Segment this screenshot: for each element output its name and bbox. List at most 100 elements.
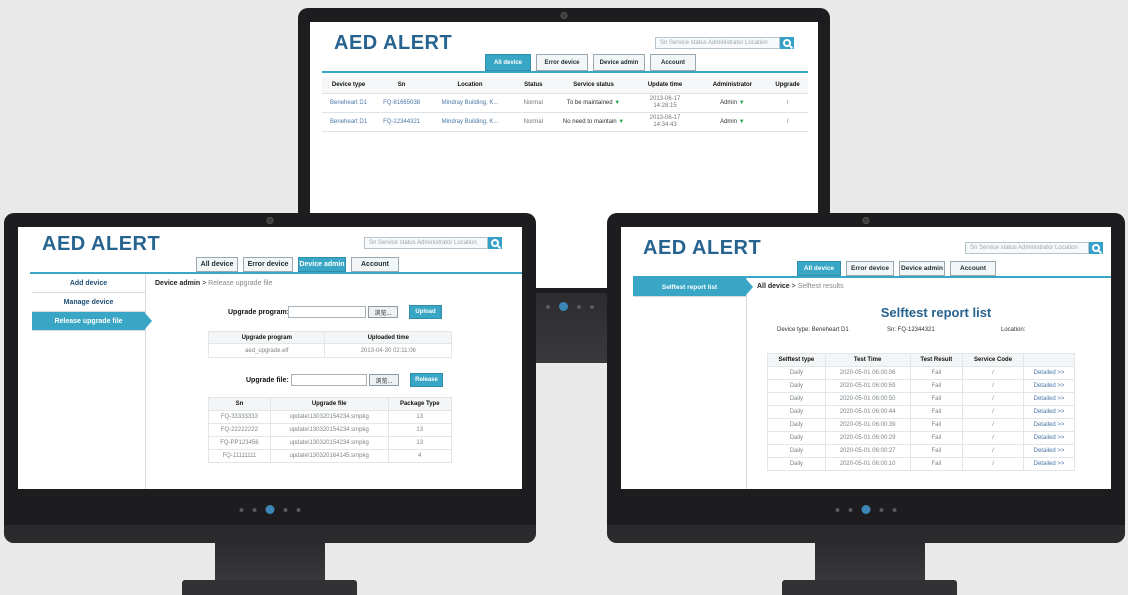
release-button[interactable]: Release (410, 373, 443, 387)
cell-text: Admin (720, 118, 738, 125)
cell-text: Normal (523, 99, 543, 106)
tab-device-admin[interactable]: Device admin (298, 257, 346, 272)
table-row[interactable]: Daily 2020-05-01 06:00:59 Fail / Detailed >> (767, 379, 1076, 393)
table-row[interactable]: FQ-PP123456 update\130320154234.smpkg 13 (208, 436, 453, 450)
left-monitor: AED ALERT Sn Service status Administrato… (4, 213, 536, 543)
table-cell: 2013-06-17 14:34:43 (632, 112, 698, 132)
table-row[interactable]: FQ-22222222 update\130320154234.smpkg 13 (208, 423, 453, 437)
upgrade-file-label: Upgrade file: (246, 377, 289, 384)
center-indicator (546, 302, 594, 311)
table-row[interactable]: Daily 2020-05-01 06:00:27 Fail / Detailed >> (767, 444, 1076, 458)
tab-all-device[interactable]: All device (196, 257, 238, 272)
detail-link[interactable]: Detailed >> (1022, 418, 1076, 432)
search-input[interactable]: Sn Service status Administrator Location (655, 37, 780, 49)
tab-error-device[interactable]: Error device (536, 54, 588, 71)
breadcrumb-separator: > (791, 283, 796, 290)
column-header: Service Code (962, 353, 1024, 367)
table-cell: update\130320154234.smpkg (269, 436, 389, 450)
cell-text: No need to maintain (562, 118, 617, 125)
table-row[interactable]: Beneheart D1 FQ-12344321 Mindray Building,… (322, 112, 808, 132)
table-row[interactable]: Beneheart D1 FQ-81665038 Mindray Building,… (322, 93, 808, 113)
table-cell: 4 (387, 449, 453, 463)
sidebar: Add device Manage device Release upgrade f… (32, 274, 146, 489)
search-input[interactable]: Sn Service status Administrator Location (965, 242, 1089, 254)
cell-text[interactable]: Beneheart D1 (330, 119, 367, 125)
table-row[interactable]: Daily 2020-05-01 06:00:06 Fail / Detailed >> (767, 366, 1076, 380)
table-cell: Fail (909, 379, 964, 393)
table-row[interactable]: Daily 2020-05-01 06:00:29 Fail / Detailed >> (767, 431, 1076, 445)
column-header: Status (511, 77, 555, 94)
column-header: Sn (208, 397, 271, 411)
search-button[interactable] (1089, 242, 1103, 254)
table-row[interactable]: FQ-11111111 update\130320164145.smpkg 4 (208, 449, 453, 463)
sidebar-item-release-upgrade-file[interactable]: Release upgrade file (32, 312, 145, 331)
table-cell: Mindray Building, K... (428, 112, 512, 132)
detail-link[interactable]: Detailed >> (1022, 379, 1076, 393)
column-header: Device type (322, 77, 376, 94)
table-row[interactable]: FQ-33333333 update\130320154234.smpkg 13 (208, 410, 453, 424)
column-header: Service status (554, 77, 633, 94)
table-cell: / (962, 405, 1024, 419)
dropdown-arrow-icon[interactable]: ▼ (617, 119, 624, 125)
tab-device-admin[interactable]: Device admin (593, 54, 645, 71)
detail-link[interactable]: Detailed >> (1022, 366, 1076, 380)
breadcrumb-main[interactable]: All device (757, 283, 790, 290)
tab-error-device[interactable]: Error device (846, 261, 894, 276)
detail-link[interactable]: Detailed >> (1022, 431, 1076, 445)
monitor-chin (607, 525, 1125, 543)
webcam (560, 12, 568, 19)
table-cell: / (767, 112, 808, 132)
cell-text[interactable]: FQ-81665038 (383, 100, 420, 106)
sidebar-item-add-device[interactable]: Add device (32, 274, 145, 293)
detail-link[interactable]: Detailed >> (1022, 392, 1076, 406)
table-cell: 2013-06-17 14:28:15 (632, 93, 698, 113)
table-row[interactable]: Daily 2020-05-01 06:00:50 Fail / Detailed >> (767, 392, 1076, 406)
dropdown-arrow-icon[interactable]: ▼ (737, 100, 745, 106)
tab-account[interactable]: Account (351, 257, 399, 272)
cell-text[interactable]: Beneheart D1 (330, 100, 367, 106)
table-cell: / (962, 457, 1024, 471)
upgrade-file-browse-button[interactable]: 浏览... (369, 374, 399, 386)
table-row[interactable]: Daily 2020-05-01 06:00:44 Fail / Detailed >> (767, 405, 1076, 419)
tab-account[interactable]: Account (650, 54, 696, 71)
search-button[interactable] (488, 237, 502, 249)
table-cell: / (962, 366, 1024, 380)
tab-all-device[interactable]: All device (797, 261, 841, 276)
sidebar-item-selftest-report-list[interactable]: Selftest report list (633, 278, 746, 297)
left-monitor-base (182, 580, 357, 595)
breadcrumb-main[interactable]: Device admin (155, 280, 200, 287)
tab-error-device[interactable]: Error device (243, 257, 293, 272)
cell-text[interactable]: Mindray Building, K... (442, 119, 499, 125)
search-input[interactable]: Sn Service status Administrator Location (364, 237, 488, 249)
sidebar-item-manage-device[interactable]: Manage device (32, 293, 145, 312)
tab-account[interactable]: Account (950, 261, 996, 276)
tab-all-device[interactable]: All device (485, 54, 531, 71)
search-button[interactable] (780, 37, 794, 49)
detail-link[interactable]: Detailed >> (1022, 457, 1076, 471)
nav-tabs: All device Error device Device admin Accoun… (196, 257, 399, 272)
cell-text[interactable]: Mindray Building, K... (442, 100, 499, 106)
upgrade-file-field[interactable] (291, 374, 367, 386)
column-header: Package Type (387, 397, 453, 411)
table-cell: 2020-05-01 06:00:50 (824, 392, 911, 406)
breadcrumb-separator: > (202, 280, 207, 287)
right-monitor-base (782, 580, 957, 595)
upload-button[interactable]: Upload (409, 305, 442, 319)
detail-link[interactable]: Detailed >> (1022, 444, 1076, 458)
table-cell: FQ-81665038 (375, 93, 429, 113)
column-header: Upgrade (767, 77, 808, 94)
detail-link[interactable]: Detailed >> (1022, 405, 1076, 419)
dropdown-arrow-icon[interactable]: ▼ (613, 100, 620, 106)
left-screen: AED ALERT Sn Service status Administrato… (18, 227, 522, 489)
app-logo: AED ALERT (42, 233, 161, 255)
tab-device-admin[interactable]: Device admin (899, 261, 945, 276)
cell-text[interactable]: FQ-12344321 (383, 119, 420, 125)
table-row[interactable]: Daily 2020-05-01 06:00:39 Fail / Detailed >> (767, 418, 1076, 432)
dropdown-arrow-icon[interactable]: ▼ (737, 119, 745, 125)
upgrade-program-browse-button[interactable]: 浏览... (368, 306, 398, 318)
column-header: Selftest type (767, 353, 826, 367)
upgrade-program-field[interactable] (288, 306, 366, 318)
table-row[interactable]: Daily 2020-05-01 06:00:10 Fail / Detailed >> (767, 457, 1076, 471)
table-row[interactable]: aed_upgrade.elf 2013-04-30 02:11:06 (207, 343, 452, 358)
column-header: Upgrade file (269, 397, 389, 411)
